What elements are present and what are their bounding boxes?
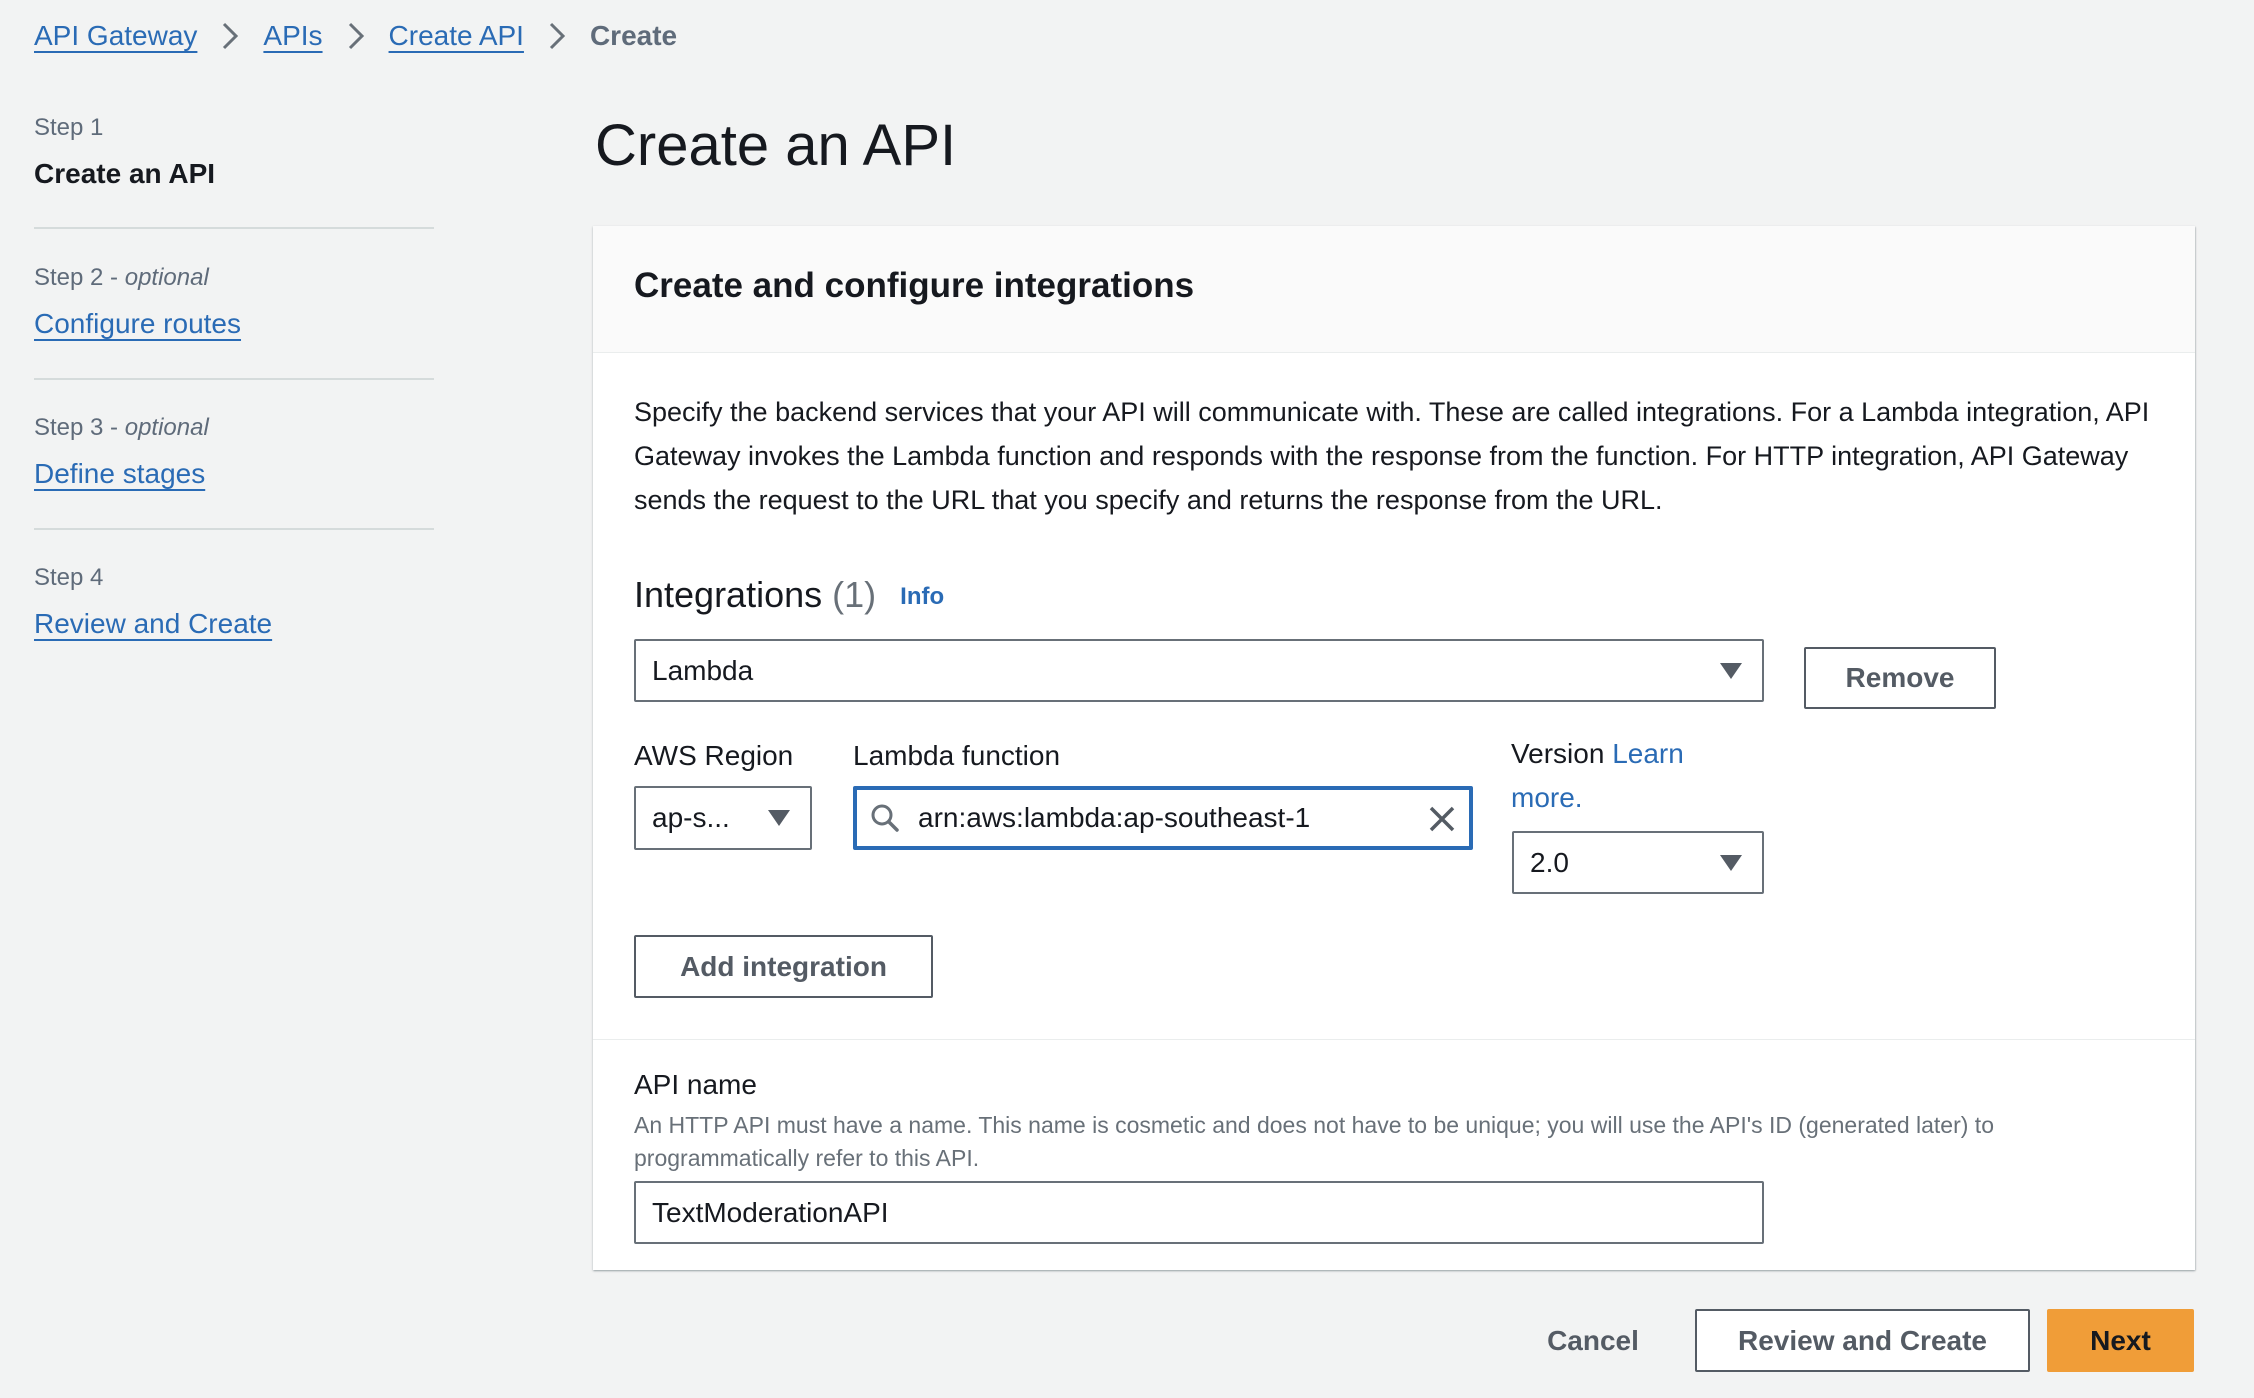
next-button[interactable]: Next xyxy=(2047,1309,2194,1372)
lambda-function-input[interactable]: arn:aws:lambda:ap-southeast-1 xyxy=(853,786,1473,850)
sidebar-divider xyxy=(34,227,434,229)
aws-region-select[interactable]: ap-s... xyxy=(634,786,812,850)
step-link-define-stages[interactable]: Define stages xyxy=(34,458,434,490)
caret-down-icon xyxy=(1720,854,1742,871)
breadcrumb-create-api[interactable]: Create API xyxy=(389,20,524,52)
wizard-step-2: Step 2 - optional Configure routes xyxy=(34,264,434,340)
add-integration-button[interactable]: Add integration xyxy=(634,935,933,998)
lambda-function-label: Lambda function xyxy=(853,740,1061,771)
breadcrumb-current: Create xyxy=(589,20,678,51)
integration-type-select[interactable]: Lambda xyxy=(634,639,1764,702)
search-icon xyxy=(870,803,900,833)
wizard-step-3: Step 3 - optional Define stages xyxy=(34,414,434,490)
sidebar-divider xyxy=(34,378,434,380)
integration-type-value: Lambda xyxy=(652,654,754,686)
step-title-current: Create an API xyxy=(34,158,216,189)
section-divider xyxy=(593,1039,2195,1040)
integrations-heading-text: Integrations xyxy=(634,574,823,615)
api-name-label: API name xyxy=(634,1069,757,1100)
card-description: Specify the backend services that your A… xyxy=(634,397,2150,515)
step-link-text[interactable]: Configure routes xyxy=(34,308,241,339)
step-label: Step 1 xyxy=(34,114,104,141)
wizard-step-1: Step 1 Create an API xyxy=(34,114,434,190)
version-label-text: Version xyxy=(1511,738,1605,769)
chevron-right-icon xyxy=(548,21,566,51)
aws-region-label: AWS Region xyxy=(634,740,794,771)
version-label: Version Learn more. xyxy=(1511,732,1711,820)
api-name-input[interactable]: TextModerationAPI xyxy=(634,1181,1764,1244)
caret-down-icon xyxy=(768,810,790,826)
chevron-right-icon xyxy=(221,21,239,51)
clear-icon[interactable] xyxy=(1428,805,1456,833)
version-select[interactable]: 2.0 xyxy=(1512,831,1764,894)
cancel-button[interactable]: Cancel xyxy=(1530,1309,1656,1372)
remove-button[interactable]: Remove xyxy=(1804,647,1996,709)
step-label: Step 4 xyxy=(34,564,104,591)
card-header: Create and configure integrations xyxy=(593,226,2195,353)
api-name-value: TextModerationAPI xyxy=(652,1196,889,1228)
breadcrumb-apis[interactable]: APIs xyxy=(263,20,322,52)
step-label: Step 3 - optional xyxy=(34,414,209,441)
breadcrumb-api-gateway[interactable]: API Gateway xyxy=(34,20,197,52)
sidebar-divider xyxy=(34,528,434,530)
integrations-card: Create and configure integrations Specif… xyxy=(593,226,2195,1270)
wizard-step-4: Step 4 Review and Create xyxy=(34,564,434,640)
step-link-review-and-create[interactable]: Review and Create xyxy=(34,608,434,640)
api-name-description: An HTTP API must have a name. This name … xyxy=(634,1112,1994,1171)
breadcrumb: API Gateway APIs Create API Create xyxy=(34,20,677,52)
page-title: Create an API xyxy=(595,113,957,178)
review-and-create-button[interactable]: Review and Create xyxy=(1695,1309,2030,1372)
version-value: 2.0 xyxy=(1530,846,1569,878)
chevron-right-icon xyxy=(347,21,365,51)
info-link[interactable]: Info xyxy=(900,583,944,610)
card-title: Create and configure integrations xyxy=(634,266,1195,305)
lambda-function-value: arn:aws:lambda:ap-southeast-1 xyxy=(918,802,1311,833)
integrations-heading: Integrations (1) Info xyxy=(634,574,944,616)
step-link-text[interactable]: Define stages xyxy=(34,458,205,489)
integrations-count: (1) xyxy=(832,574,877,615)
step-label: Step 2 - optional xyxy=(34,264,209,291)
step-link-text[interactable]: Review and Create xyxy=(34,608,272,639)
step-link-configure-routes[interactable]: Configure routes xyxy=(34,308,434,340)
aws-region-value: ap-s... xyxy=(652,802,730,833)
caret-down-icon xyxy=(1720,662,1742,679)
